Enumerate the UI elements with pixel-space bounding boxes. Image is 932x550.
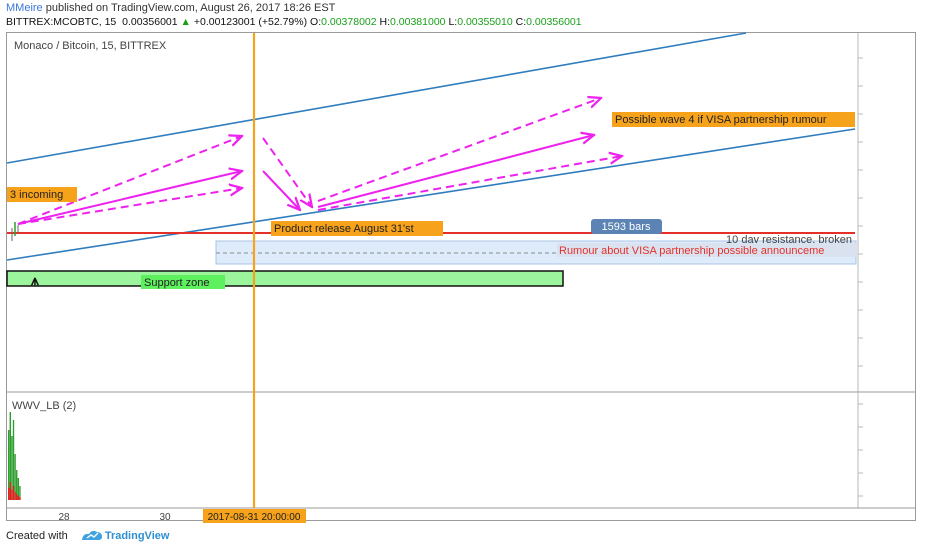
indicator-bar-negative bbox=[19, 497, 21, 500]
support-arrow-icon: ⩚ bbox=[30, 272, 40, 288]
x-tick-label: 28 bbox=[58, 512, 70, 523]
price-axis-ticks bbox=[858, 57, 863, 367]
indicator-bar-negative bbox=[14, 492, 16, 500]
arrow-up-dashed bbox=[17, 136, 242, 225]
crosshair-date-label: 2017-08-31 20:00:00 bbox=[208, 512, 301, 523]
arrow-wave-dashed-low bbox=[317, 156, 622, 211]
indicator-title: WWV_LB (2) bbox=[12, 400, 76, 412]
tradingview-brand[interactable]: TradingView bbox=[105, 530, 170, 542]
rumour-label[interactable]: Rumour about VISA partnership possible a… bbox=[559, 245, 824, 257]
chart-title: Monaco / Bitcoin, 15, BITTREX bbox=[14, 40, 167, 52]
indicator-bar-negative bbox=[8, 488, 10, 500]
indicator-axis-ticks bbox=[858, 403, 863, 497]
support-label[interactable]: Support zone bbox=[144, 277, 209, 289]
incoming-label[interactable]: 3 incoming bbox=[10, 189, 63, 201]
created-with-text: Created with bbox=[6, 530, 68, 542]
product-release-label[interactable]: Product release August 31'st bbox=[274, 223, 414, 235]
x-tick-label: 30 bbox=[159, 512, 171, 523]
wave4-label[interactable]: Possible wave 4 if VISA partnership rumo… bbox=[615, 114, 827, 126]
indicator-bar-negative bbox=[16, 494, 18, 500]
arrow-drop-solid bbox=[262, 170, 300, 210]
support-zone[interactable] bbox=[6, 270, 564, 287]
footer: Created with TradingView bbox=[6, 530, 169, 542]
channel-upper-line[interactable] bbox=[6, 32, 747, 164]
tradingview-logo-icon bbox=[82, 530, 102, 540]
chart-svg[interactable]: Monaco / Bitcoin, 15, BITTREX ⩚ 3 incomi… bbox=[0, 0, 932, 550]
bars-badge: 1593 bars bbox=[602, 221, 651, 233]
projection-arrows bbox=[17, 98, 622, 225]
indicator-bar-negative bbox=[11, 490, 13, 500]
indicator-bar-negative bbox=[17, 496, 19, 500]
arrow-wave-solid bbox=[317, 135, 594, 208]
indicator-bar-negative bbox=[9, 482, 11, 500]
indicator-bars bbox=[8, 412, 21, 500]
indicator-bar-negative bbox=[12, 486, 15, 500]
